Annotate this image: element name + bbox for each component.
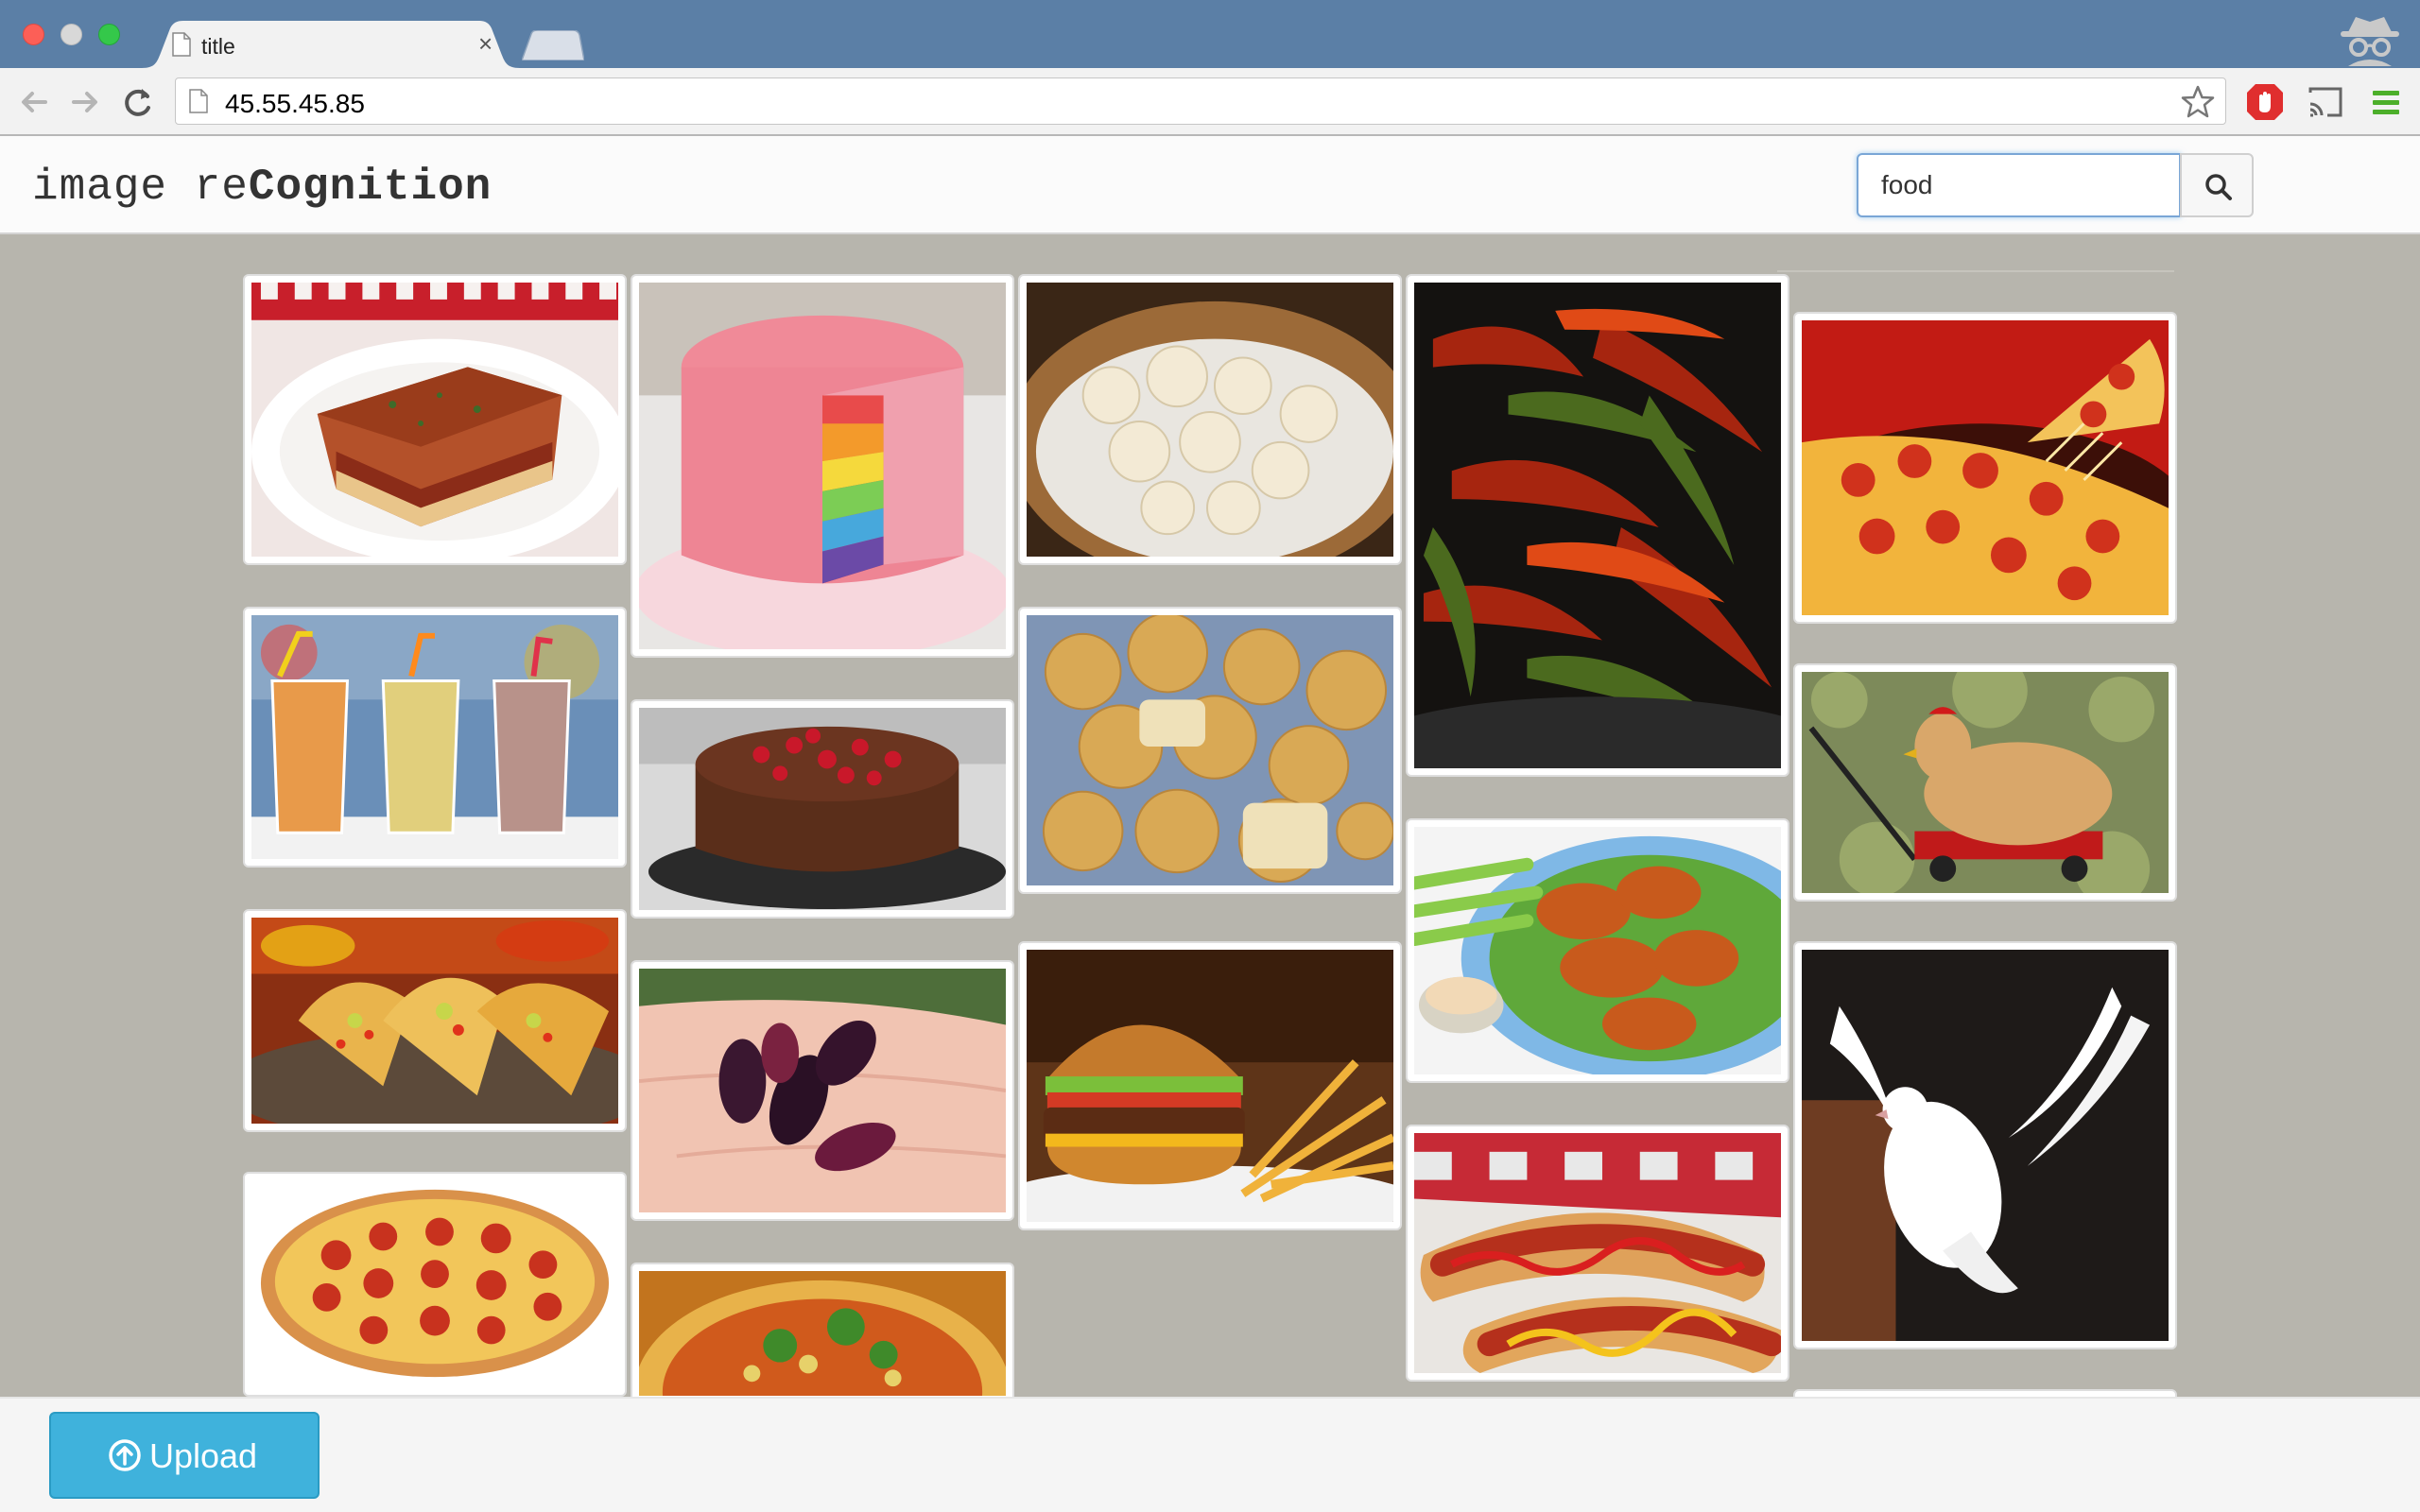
search-input[interactable] bbox=[1857, 153, 2181, 217]
maximize-window-button[interactable] bbox=[98, 24, 120, 45]
divider bbox=[1777, 270, 2174, 272]
image-card-grilled-peppers[interactable] bbox=[1406, 274, 1789, 777]
image-card-mulberries[interactable] bbox=[631, 960, 1014, 1221]
bookmark-star-icon[interactable] bbox=[2180, 84, 2216, 120]
upload-circle-arrow-icon bbox=[109, 1439, 141, 1471]
close-window-button[interactable] bbox=[23, 24, 44, 45]
page-icon bbox=[172, 32, 191, 57]
adblock-extension-icon[interactable] bbox=[2244, 81, 2286, 123]
image-card-hot-dogs[interactable] bbox=[1406, 1125, 1789, 1382]
image-card-rainbow-cake[interactable] bbox=[631, 274, 1014, 658]
menu-hamburger-icon[interactable] bbox=[2365, 81, 2407, 123]
browser-tab[interactable] bbox=[142, 21, 520, 68]
footer-bar: Upload bbox=[0, 1397, 2420, 1512]
app-logo: image reCognition bbox=[32, 163, 493, 212]
app-header: image reCognition bbox=[0, 136, 2420, 234]
page-icon bbox=[189, 89, 208, 113]
image-card-dumplings[interactable] bbox=[1018, 274, 1402, 565]
image-card-muffins[interactable] bbox=[1018, 607, 1402, 894]
image-card-white-dove[interactable] bbox=[1793, 941, 2177, 1349]
image-card-chocolate-cake[interactable] bbox=[631, 699, 1014, 919]
new-tab-button[interactable] bbox=[520, 29, 585, 61]
back-arrow-icon[interactable] bbox=[15, 83, 53, 121]
url-text: 45.55.45.85 bbox=[225, 89, 365, 118]
tab-title: title bbox=[201, 34, 235, 59]
forward-arrow-icon[interactable] bbox=[66, 83, 104, 121]
image-card-pepperoni-pizza-slice[interactable] bbox=[1793, 312, 2177, 624]
minimize-window-button[interactable] bbox=[60, 24, 82, 45]
image-card-pepperoni-pizza[interactable] bbox=[243, 1172, 627, 1397]
cast-icon[interactable] bbox=[2305, 81, 2346, 123]
image-card-salad-plate[interactable] bbox=[631, 1263, 1014, 1404]
search-icon bbox=[2205, 174, 2232, 200]
incognito-icon bbox=[2337, 13, 2403, 66]
image-card-chicken-wings[interactable] bbox=[1406, 818, 1789, 1083]
image-card-chicken-in-wagon[interactable] bbox=[1793, 663, 2177, 902]
address-bar[interactable]: 45.55.45.85 bbox=[175, 77, 2226, 125]
image-card-lasagna[interactable] bbox=[243, 274, 627, 565]
browser-toolbar: 45.55.45.85 bbox=[0, 68, 2420, 136]
image-card-smoothies[interactable] bbox=[243, 607, 627, 868]
tab-close-icon[interactable]: × bbox=[478, 30, 493, 57]
reload-icon[interactable] bbox=[119, 83, 157, 121]
image-card-burger-and-fries[interactable] bbox=[1018, 941, 1402, 1230]
image-card-tacos[interactable] bbox=[243, 909, 627, 1132]
upload-button[interactable]: Upload bbox=[49, 1412, 320, 1499]
search-button[interactable] bbox=[2180, 153, 2254, 217]
upload-label: Upload bbox=[149, 1436, 258, 1475]
browser-tabstrip: title × bbox=[0, 0, 2420, 68]
